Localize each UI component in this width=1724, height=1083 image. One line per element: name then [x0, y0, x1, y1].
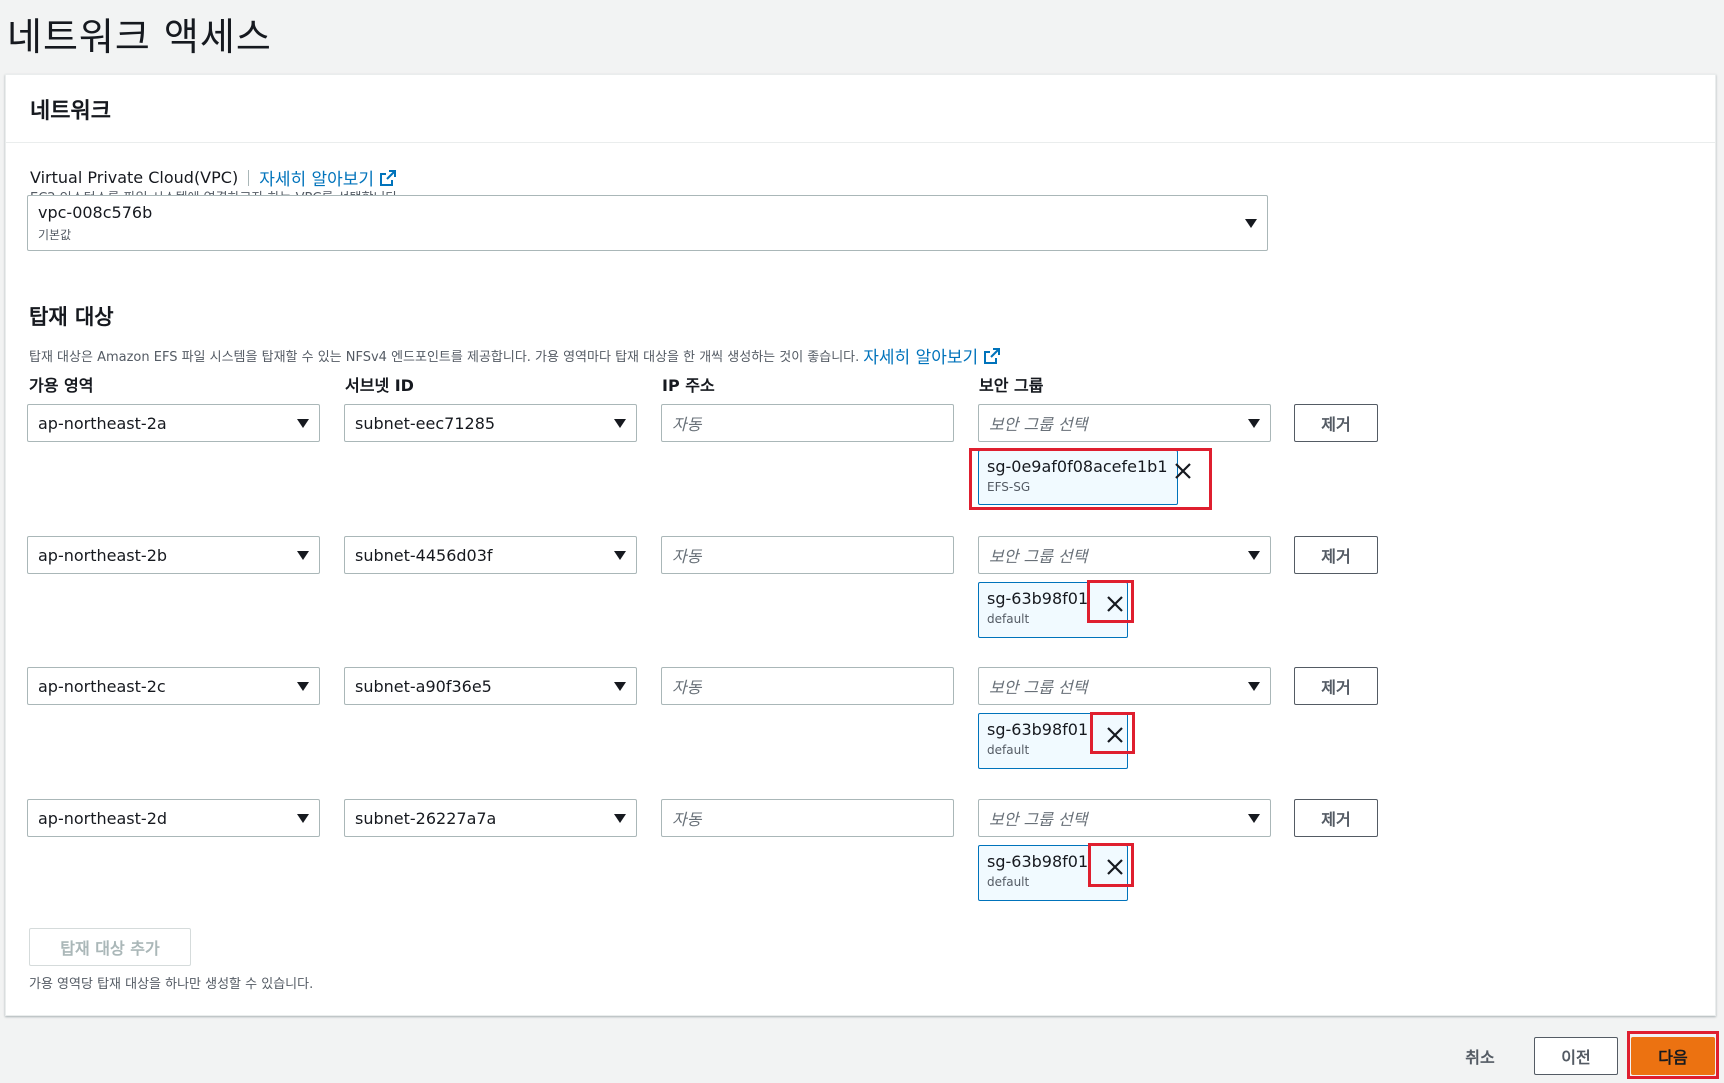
caret-down-icon — [297, 418, 309, 428]
az-value: ap-northeast-2b — [38, 545, 168, 565]
sg-placeholder: 보안 그룹 선택 — [989, 547, 1088, 566]
ip-address-input[interactable]: 자동 — [661, 799, 954, 837]
token-sg-id: sg-63b98f01 — [987, 852, 1089, 871]
panel-title: 네트워크 — [30, 99, 111, 124]
token-text: sg-63b98f01 default — [987, 720, 1088, 762]
highlight-box — [969, 448, 1212, 510]
caret-down-icon — [297, 681, 309, 691]
ip-placeholder: 자동 — [672, 678, 702, 697]
add-mount-target-label: 탑재 대상 추가 — [60, 939, 160, 958]
security-group-select[interactable]: 보안 그룹 선택 — [978, 667, 1271, 705]
column-header-sg: 보안 그룹 — [979, 376, 1044, 395]
ip-placeholder: 자동 — [672, 810, 702, 829]
previous-button-label: 이전 — [1561, 1048, 1591, 1067]
ip-address-input[interactable]: 자동 — [661, 404, 954, 442]
subnet-value: subnet-26227a7a — [355, 808, 497, 828]
token-sg-name: default — [987, 612, 1030, 626]
sg-placeholder: 보안 그룹 선택 — [989, 678, 1088, 697]
subnet-value: subnet-a90f36e5 — [355, 676, 492, 696]
token-text: sg-63b98f01 default — [987, 852, 1088, 894]
caret-down-icon — [614, 681, 626, 691]
token-text: sg-63b98f01 default — [987, 589, 1088, 631]
vpc-id: vpc-008c576b — [38, 203, 153, 222]
caret-down-icon — [1248, 681, 1260, 691]
remove-button-label: 제거 — [1321, 810, 1351, 829]
vpc-default-tag: 기본값 — [38, 228, 72, 242]
ip-address-input[interactable]: 자동 — [661, 536, 954, 574]
caret-down-icon — [614, 813, 626, 823]
sg-placeholder: 보안 그룹 선택 — [989, 415, 1088, 434]
add-mount-target-button[interactable]: 탑재 대상 추가 — [29, 928, 191, 966]
token-sg-id: sg-63b98f01 — [987, 589, 1089, 608]
az-value: ap-northeast-2c — [38, 676, 166, 696]
add-mount-target-note: 가용 영역당 탑재 대상을 하나만 생성할 수 있습니다. — [29, 977, 314, 992]
subnet-value: subnet-4456d03f — [355, 545, 493, 565]
caret-down-icon — [1248, 550, 1260, 560]
column-header-az: 가용 영역 — [29, 376, 94, 395]
token-sg-id: sg-63b98f01 — [987, 720, 1089, 739]
caret-down-icon — [1248, 418, 1260, 428]
mount-targets-info-link-text[interactable]: 자세히 알아보기 — [863, 343, 978, 368]
subnet-select[interactable]: subnet-26227a7a — [344, 799, 637, 837]
security-group-select[interactable]: 보안 그룹 선택 — [978, 536, 1271, 574]
column-header-ip: IP 주소 — [662, 376, 715, 395]
subnet-value: subnet-eec71285 — [355, 413, 496, 433]
remove-button-label: 제거 — [1321, 547, 1351, 566]
caret-down-icon — [614, 550, 626, 560]
external-link-icon — [380, 169, 397, 186]
vpc-select-value: vpc-008c576b 기본값 — [38, 203, 152, 243]
network-panel: 네트워크 Virtual Private Cloud(VPC) 자세히 알아보기… — [5, 74, 1716, 1016]
caret-down-icon — [297, 813, 309, 823]
az-select[interactable]: ap-northeast-2b — [27, 536, 320, 574]
token-sg-name: default — [987, 875, 1030, 889]
mount-targets-description: 탑재 대상은 Amazon EFS 파일 시스템을 탑재할 수 있는 NFSv4… — [29, 350, 860, 365]
page-title: 네트워크 액세스 — [7, 15, 272, 59]
mount-targets-description-row: 탑재 대상은 Amazon EFS 파일 시스템을 탑재할 수 있는 NFSv4… — [29, 343, 1001, 368]
caret-down-icon — [614, 418, 626, 428]
remove-button[interactable]: ap-northeast-2b 제거 — [1294, 536, 1378, 574]
divider — [248, 169, 250, 186]
remove-button-label: 제거 — [1321, 678, 1351, 697]
previous-button[interactable]: 이전 — [1534, 1037, 1618, 1075]
subnet-select[interactable]: subnet-eec71285 — [344, 404, 637, 442]
mount-targets-info-link[interactable]: 자세히 알아보기 — [863, 343, 1001, 368]
subnet-select[interactable]: subnet-4456d03f — [344, 536, 637, 574]
column-header-subnet: 서브넷 ID — [345, 376, 414, 395]
highlight-box — [1090, 712, 1135, 754]
vpc-select[interactable]: vpc-008c576b 기본값 — [27, 195, 1268, 251]
az-select[interactable]: ap-northeast-2c — [27, 667, 320, 705]
subnet-select[interactable]: subnet-a90f36e5 — [344, 667, 637, 705]
remove-button[interactable]: 제거 — [1294, 667, 1378, 705]
remove-button-label: 제거 — [1321, 415, 1351, 434]
security-group-select[interactable]: 보안 그룹 선택 — [978, 799, 1271, 837]
ip-address-input[interactable]: 자동 — [661, 667, 954, 705]
remove-button[interactable]: 제거 — [1294, 799, 1378, 837]
az-value: ap-northeast-2a — [38, 413, 167, 433]
highlight-box — [1087, 580, 1134, 623]
ip-placeholder: 자동 — [672, 415, 702, 434]
caret-down-icon — [1245, 218, 1257, 228]
caret-down-icon — [297, 550, 309, 560]
az-select[interactable]: ap-northeast-2d — [27, 799, 320, 837]
az-select[interactable]: ap-northeast-2a — [27, 404, 320, 442]
security-group-select[interactable]: 보안 그룹 선택 — [978, 404, 1271, 442]
az-value: ap-northeast-2d — [38, 808, 168, 828]
cancel-button-label: 취소 — [1465, 1048, 1495, 1067]
vpc-label: Virtual Private Cloud(VPC) — [30, 168, 239, 187]
ip-placeholder: 자동 — [672, 547, 702, 566]
token-sg-name: default — [987, 743, 1030, 757]
remove-button[interactable]: 제거 — [1294, 404, 1378, 442]
cancel-button[interactable]: 취소 — [1450, 1037, 1510, 1075]
highlight-box — [1627, 1031, 1719, 1079]
highlight-box — [1088, 843, 1134, 887]
mount-targets-title: 탑재 대상 — [29, 305, 114, 329]
sg-placeholder: 보안 그룹 선택 — [989, 810, 1088, 829]
caret-down-icon — [1248, 813, 1260, 823]
external-link-icon — [984, 347, 1001, 364]
panel-header: 네트워크 — [6, 75, 1715, 143]
